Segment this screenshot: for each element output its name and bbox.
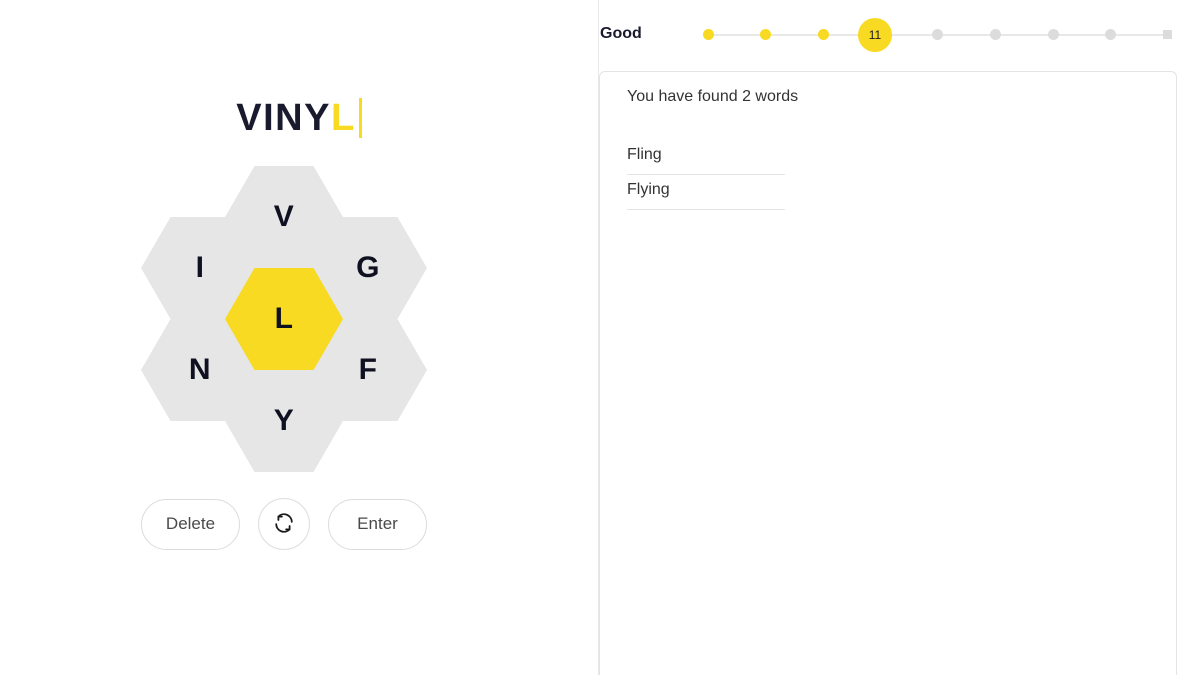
typed-prefix: VINY xyxy=(236,96,331,139)
typed-center-letter: L xyxy=(330,96,356,139)
rank-milestone-8[interactable] xyxy=(1105,29,1116,40)
list-item[interactable]: Fling xyxy=(627,140,785,175)
enter-button[interactable]: Enter xyxy=(328,498,427,550)
hex-letter: F xyxy=(358,353,378,386)
rank-milestone-1[interactable] xyxy=(703,29,714,40)
word-input-display[interactable]: VINY L xyxy=(0,92,598,144)
rank-milestone-6[interactable] xyxy=(990,29,1001,40)
rank-label: Good xyxy=(600,25,642,42)
rank-current-score[interactable]: 11 xyxy=(858,18,892,52)
game-controls: Delete Enter xyxy=(141,498,427,550)
rank-milestone-2[interactable] xyxy=(760,29,771,40)
hex-letter: Y xyxy=(273,404,295,437)
puzzle-pane: VINY L V I G N F Y L Delete Enter xyxy=(0,0,598,675)
rank-milestone-7[interactable] xyxy=(1048,29,1059,40)
list-item[interactable]: Flying xyxy=(627,175,785,210)
found-words-list: Fling Flying xyxy=(627,140,1147,210)
rank-end-marker[interactable] xyxy=(1163,30,1172,39)
results-pane: Good 11 You have found 2 words Fling Fly… xyxy=(598,0,1200,675)
delete-button[interactable]: Delete xyxy=(141,498,240,550)
hex-letter: I xyxy=(195,251,205,284)
letter-hive: V I G N F Y L xyxy=(141,166,427,472)
hex-letter: N xyxy=(188,353,212,386)
rank-progress-bar: Good 11 xyxy=(599,0,1200,70)
shuffle-icon xyxy=(272,511,296,538)
found-words-count: You have found 2 words xyxy=(627,88,799,105)
found-words-panel: You have found 2 words Fling Flying xyxy=(599,71,1177,675)
hex-letter: G xyxy=(356,251,380,284)
text-cursor xyxy=(358,98,362,138)
spelling-bee-game: VINY L V I G N F Y L Delete Enter Good 1… xyxy=(0,0,1200,675)
rank-milestone-5[interactable] xyxy=(932,29,943,40)
rank-milestone-3[interactable] xyxy=(818,29,829,40)
hex-letter: L xyxy=(274,302,294,335)
shuffle-button[interactable] xyxy=(258,498,310,550)
hex-letter: V xyxy=(273,200,295,233)
